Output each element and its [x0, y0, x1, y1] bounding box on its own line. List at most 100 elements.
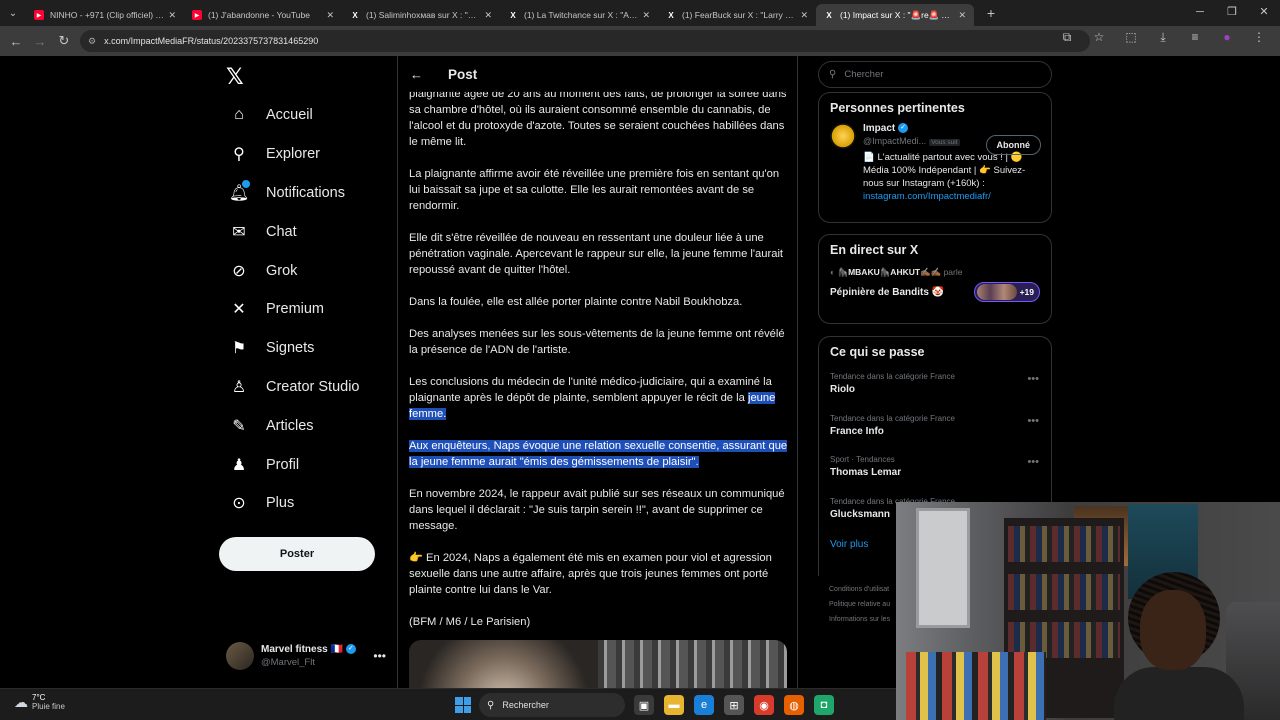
- windows-start-icon[interactable]: [455, 697, 471, 713]
- browser-tab[interactable]: X (1) Saliminhoxмав sur X : "L'exi ✕: [342, 4, 500, 26]
- close-window-icon[interactable]: ✕: [1248, 0, 1280, 26]
- nav-label: Explorer: [266, 146, 320, 163]
- back-icon[interactable]: ←: [4, 34, 28, 49]
- x-icon: X: [352, 10, 358, 20]
- browser-tab[interactable]: X (1) La Twitchance sur X : "Adin I ✕: [500, 4, 658, 26]
- nav-item-more[interactable]: ⊙ Plus: [218, 484, 360, 523]
- nav-item-explore[interactable]: ⚲ Explorer: [218, 135, 360, 174]
- person-name[interactable]: Impact: [863, 123, 895, 134]
- close-tab-icon[interactable]: ✕: [326, 10, 334, 21]
- address-bar[interactable]: ⚙ x.com/ImpactMediaFR/status/20233757378…: [80, 30, 1090, 52]
- x-logo-icon[interactable]: 𝕏: [226, 64, 244, 90]
- bio-link[interactable]: instagram.com/Impactmediafr/: [863, 190, 1040, 203]
- toolbar-actions: ⧉ ☆ ⬚ ⤓ ≡ ● ⋮: [1056, 30, 1270, 45]
- nav-item-home[interactable]: ⌂ Accueil: [218, 96, 360, 135]
- app-icon[interactable]: ◘: [814, 695, 834, 715]
- post-paragraph-text: Les conclusions du médecin de l'unité mé…: [409, 376, 772, 404]
- close-tab-icon[interactable]: ✕: [800, 10, 808, 21]
- browser-tab[interactable]: ▶ NINHO - +971 (Clip officiel) - Y ✕: [26, 4, 184, 26]
- more-options-icon[interactable]: •••: [1027, 373, 1039, 385]
- install-app-icon[interactable]: ⧉: [1056, 30, 1078, 45]
- person-bio: 📄 L'actualité partout avec vous ! | 🟡 Mé…: [819, 149, 1051, 203]
- account-switcher[interactable]: Marvel fitness 🇫🇷 ✓ @Marvel_Flt •••: [226, 642, 386, 670]
- browser-tab-active[interactable]: X (1) Impact sur X : "🚨re🚨 ALE ✕: [816, 4, 974, 26]
- person-head: [1140, 590, 1206, 670]
- following-button[interactable]: Abonné: [985, 135, 1041, 155]
- live-listeners-badge[interactable]: +19: [973, 282, 1040, 302]
- more-options-icon[interactable]: •••: [1027, 456, 1039, 468]
- minimize-icon[interactable]: ─: [1184, 0, 1216, 26]
- trend-item[interactable]: Tendance dans la catégorie France France…: [819, 407, 1051, 449]
- taskbar-search[interactable]: ⚲ Rechercher: [479, 693, 625, 717]
- bookmark-star-icon[interactable]: ☆: [1088, 30, 1110, 45]
- browser-tab-strip: ⌄ ▶ NINHO - +971 (Clip officiel) - Y ✕ ▶ (1…: [0, 0, 1280, 26]
- account-name: Marvel fitness 🇫🇷: [261, 644, 343, 655]
- footer-link[interactable]: Politique relative au: [829, 597, 890, 612]
- back-arrow-icon[interactable]: ←: [410, 67, 430, 82]
- close-tab-icon[interactable]: ✕: [642, 10, 650, 21]
- forward-icon[interactable]: →: [28, 34, 52, 49]
- nav-item-premium[interactable]: ✕ Premium: [218, 290, 360, 329]
- nav-item-creator-studio[interactable]: ♙ Creator Studio: [218, 368, 360, 407]
- footer-link[interactable]: Informations sur les: [829, 612, 890, 627]
- post-text: plaignante âgée de 20 ans au moment des …: [409, 86, 789, 646]
- tab-title: (1) J'abandonne - YouTube: [208, 10, 310, 20]
- trend-category: Tendance dans la catégorie France: [830, 413, 955, 423]
- task-view-icon[interactable]: ▣: [634, 695, 654, 715]
- browser-menu-icon[interactable]: ⋮: [1248, 30, 1270, 45]
- trend-item[interactable]: Tendance dans la catégorie France Riolo …: [819, 365, 1051, 407]
- x-icon: X: [826, 10, 832, 20]
- taskbar-apps: ▣ ▬ e ⊞ ◉ ◍ ◘: [634, 695, 834, 715]
- nav-item-bookmarks[interactable]: ⚑ Signets: [218, 329, 360, 368]
- trend-name: Riolo: [830, 384, 855, 395]
- webcam-desk-items: [906, 652, 1046, 720]
- close-tab-icon[interactable]: ✕: [958, 10, 966, 21]
- mail-icon: ✉: [232, 223, 246, 241]
- more-options-icon[interactable]: •••: [373, 649, 386, 663]
- extensions-icon[interactable]: ⬚: [1120, 30, 1142, 45]
- weather-widget[interactable]: ☁ 7°C Pluie fine: [14, 693, 65, 711]
- site-info-icon[interactable]: ⚙: [88, 36, 96, 47]
- restore-icon[interactable]: ❐: [1216, 0, 1248, 26]
- footer-links: Conditions d'utilisat Politique relative…: [829, 582, 890, 627]
- browser-tab[interactable]: X (1) FearBuck sur X : "Larry Whe ✕: [658, 4, 816, 26]
- nav-item-grok[interactable]: ⊘ Grok: [218, 251, 360, 290]
- live-on-x-card: En direct sur X ◐ 🦍MBAKU🦍AHKUT✍🏾✍🏾 parle…: [818, 234, 1052, 324]
- nav-item-notifications[interactable]: 🔔︎ Notifications: [218, 174, 360, 213]
- firefox-icon[interactable]: ◍: [784, 695, 804, 715]
- more-options-icon[interactable]: •••: [1027, 415, 1039, 427]
- search-input[interactable]: ⚲ Chercher: [818, 61, 1052, 88]
- live-space-item[interactable]: Pépinière de Bandits 🤡 +19: [819, 278, 1051, 302]
- shelf-row: [1008, 574, 1120, 610]
- file-explorer-icon[interactable]: ▬: [664, 695, 684, 715]
- relevant-people-card: Personnes pertinentes Impact ✓ @ImpactMed…: [818, 92, 1052, 223]
- store-icon[interactable]: ⊞: [724, 695, 744, 715]
- download-icon[interactable]: ⤓: [1152, 30, 1174, 45]
- weather-description: Pluie fine: [32, 702, 65, 711]
- nav-item-articles[interactable]: ✎ Articles: [218, 406, 360, 445]
- bell-icon: 🔔︎: [226, 179, 252, 203]
- chrome-icon[interactable]: ◉: [754, 695, 774, 715]
- footer-link[interactable]: Conditions d'utilisat: [829, 582, 890, 597]
- nav-label: Signets: [266, 340, 315, 357]
- new-tab-icon[interactable]: +: [980, 5, 1002, 21]
- close-tab-icon[interactable]: ✕: [168, 10, 176, 21]
- close-tab-icon[interactable]: ✕: [484, 10, 492, 21]
- profile-icon[interactable]: ●: [1216, 30, 1238, 45]
- trend-item[interactable]: Sport · Tendances Thomas Lemar •••: [819, 448, 1051, 490]
- tab-title: (1) La Twitchance sur X : "Adin I: [524, 10, 639, 20]
- tab-search-menu-icon[interactable]: ⌄: [0, 0, 26, 26]
- nav-item-chat[interactable]: ✉ Chat: [218, 212, 360, 251]
- avatar[interactable]: [830, 123, 856, 149]
- media-control-icon[interactable]: ≡: [1184, 30, 1206, 45]
- post-button[interactable]: Poster: [219, 537, 375, 571]
- browser-tab[interactable]: ▶ (1) J'abandonne - YouTube ✕: [184, 4, 342, 26]
- edge-icon[interactable]: e: [694, 695, 714, 715]
- nav-item-profile[interactable]: ♟ Profil: [218, 445, 360, 484]
- search-icon: ⚲: [233, 146, 245, 164]
- nav-label: Chat: [266, 223, 297, 240]
- nav-label: Grok: [266, 262, 298, 279]
- post-paragraph: Aux enquêteurs, Naps évoque une relation…: [409, 438, 789, 470]
- reload-icon[interactable]: ↻: [52, 33, 76, 49]
- post-paragraph: En novembre 2024, le rappeur avait publi…: [409, 488, 785, 532]
